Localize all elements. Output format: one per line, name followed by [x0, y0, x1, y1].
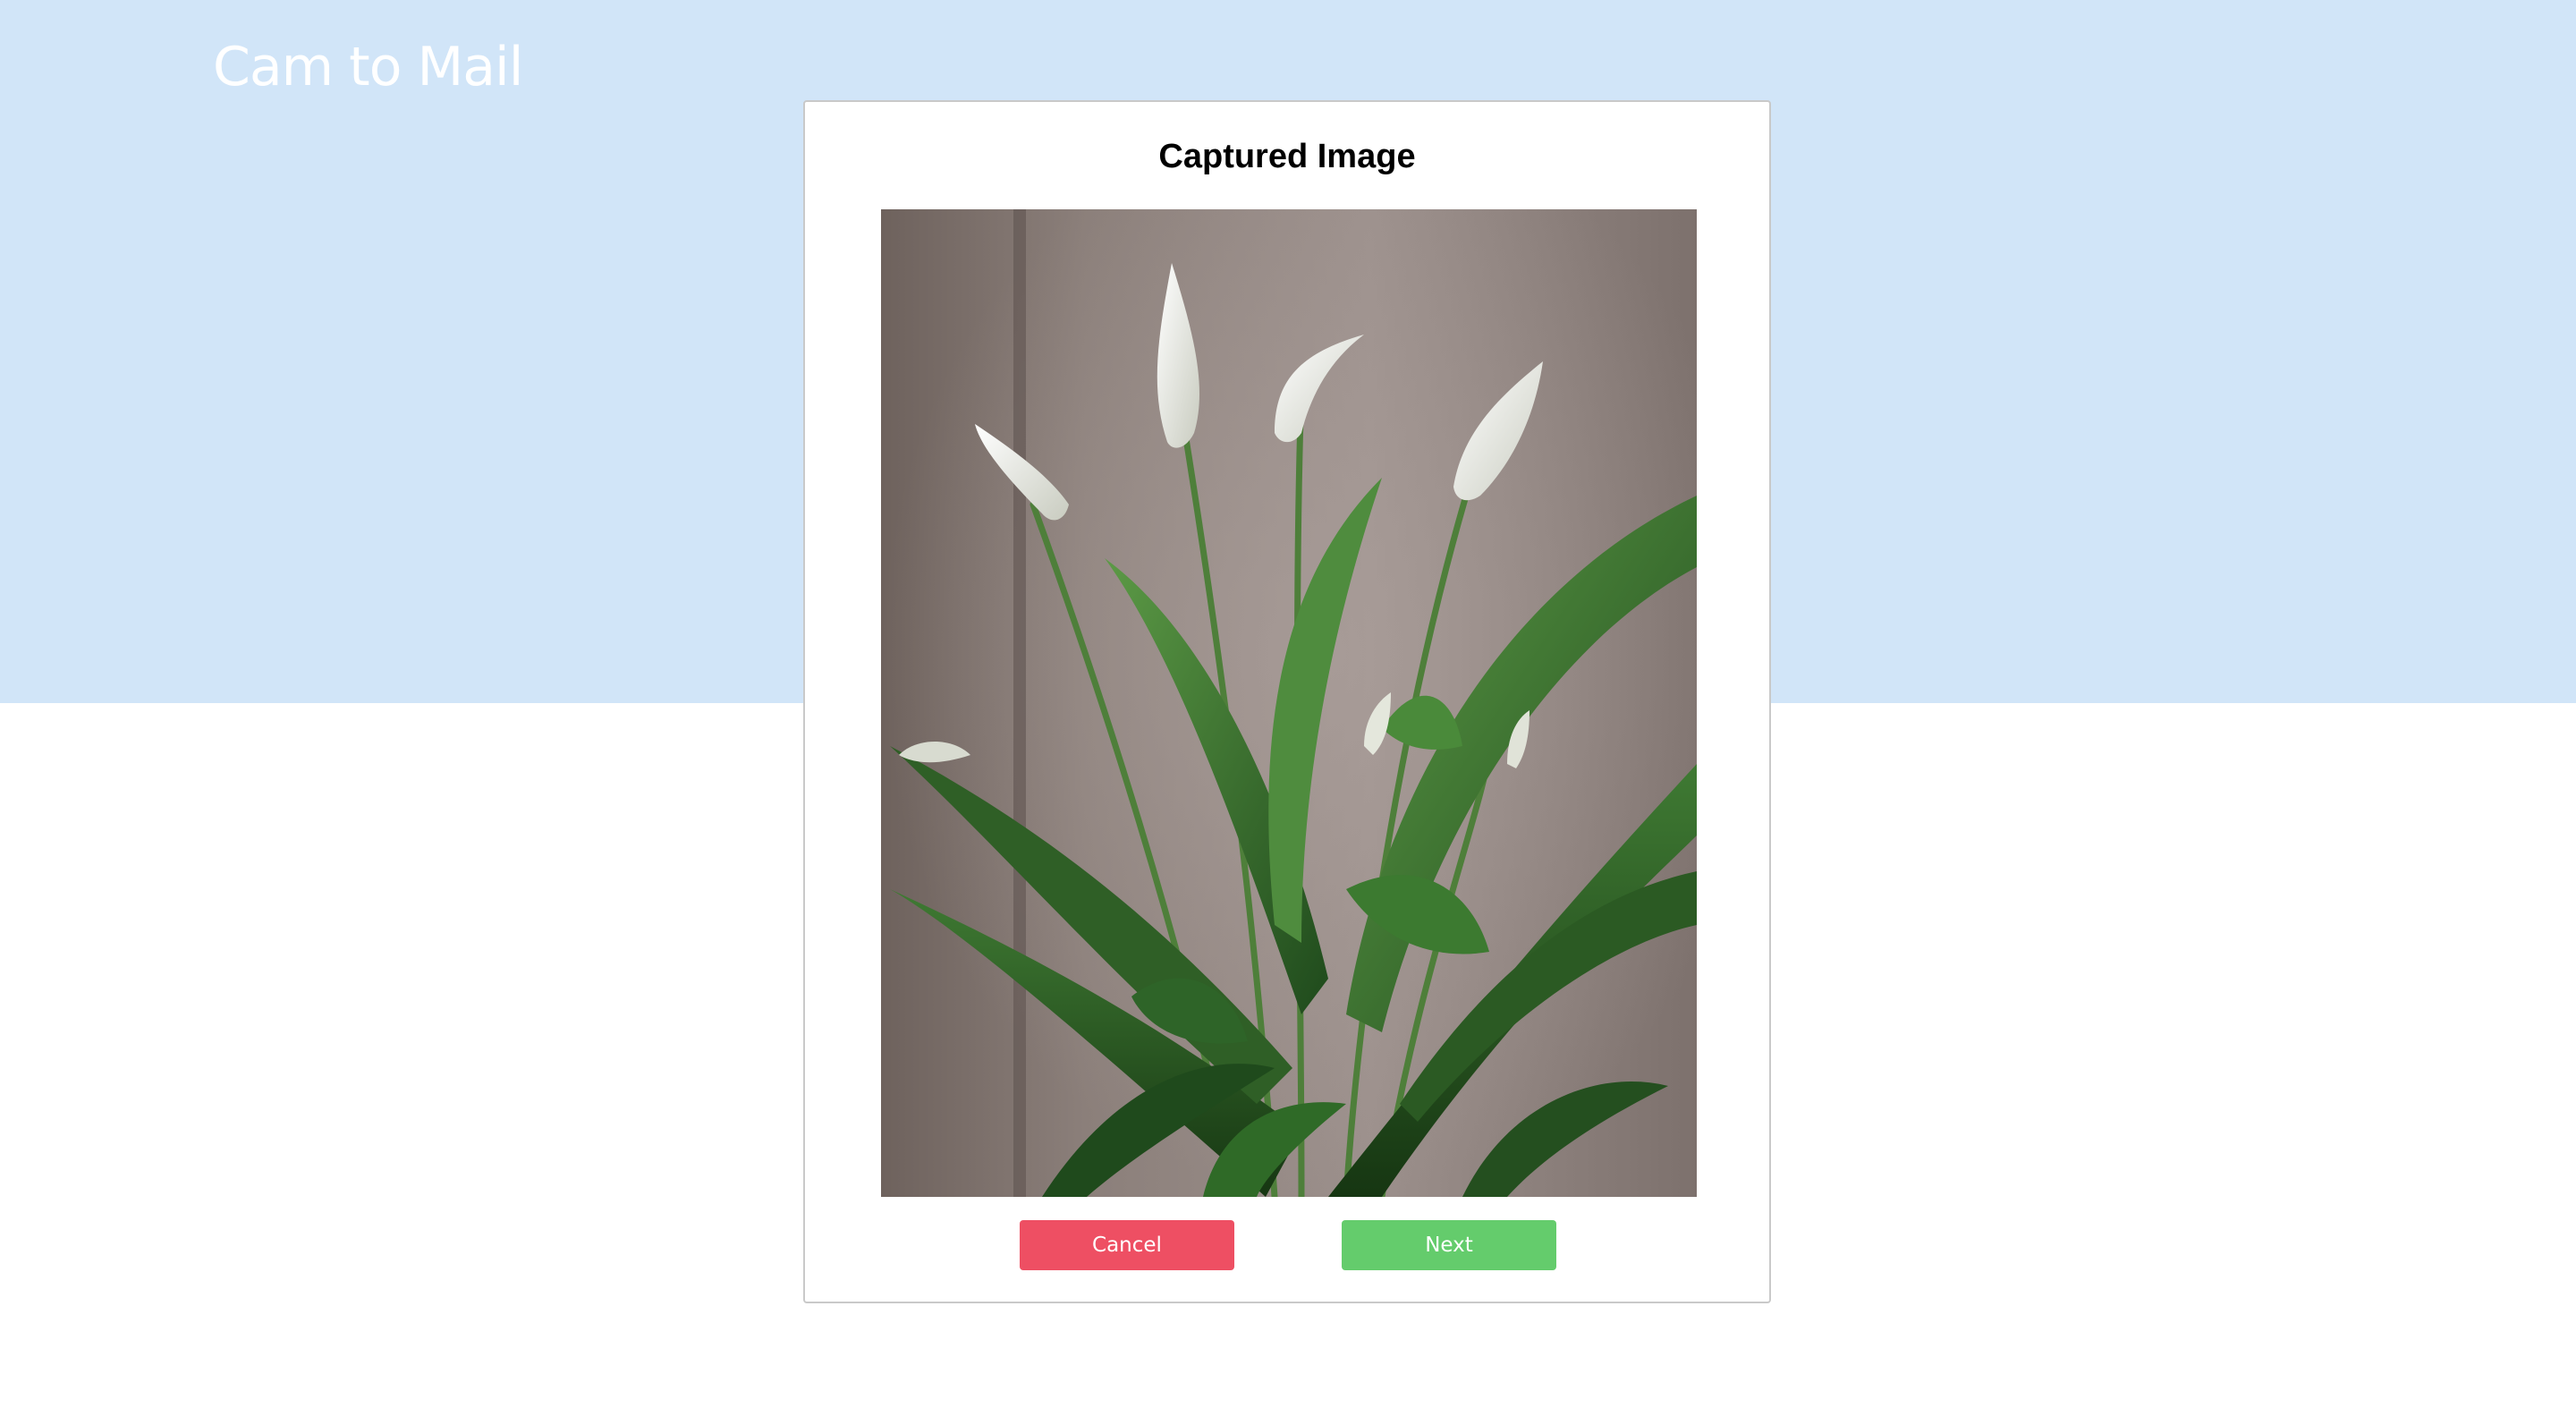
- dialog-title: Captured Image: [1158, 138, 1416, 175]
- cancel-button[interactable]: Cancel: [1020, 1220, 1234, 1270]
- captured-image-dialog: Captured Image Cancel Next: [803, 100, 1771, 1303]
- captured-photo: [881, 209, 1697, 1197]
- app-brand-title: Cam to Mail: [213, 36, 523, 98]
- next-button[interactable]: Next: [1342, 1220, 1556, 1270]
